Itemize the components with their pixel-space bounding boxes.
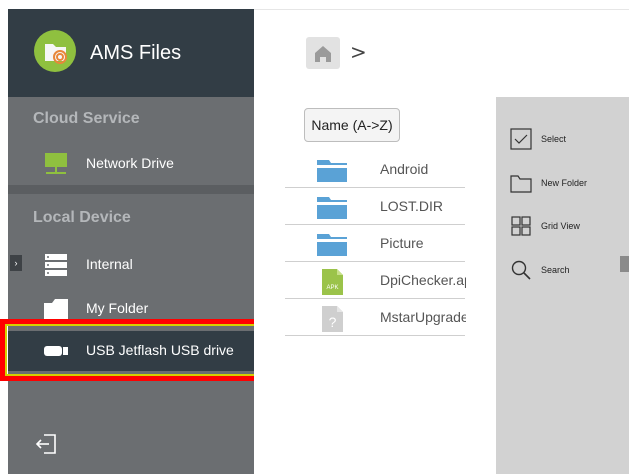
- app-header: AMS Files: [8, 9, 254, 97]
- file-row[interactable]: LOST.DIR: [285, 188, 465, 225]
- file-row[interactable]: ? MstarUpgrade: [285, 299, 466, 336]
- section-divider: [8, 185, 254, 194]
- folder-icon: [317, 195, 347, 219]
- file-row[interactable]: Android: [285, 151, 465, 188]
- storage-icon: [42, 254, 70, 276]
- unknown-badge: ?: [329, 314, 337, 330]
- home-button[interactable]: [306, 37, 340, 69]
- file-name: Android: [380, 161, 429, 177]
- checkbox-icon: [510, 128, 532, 150]
- network-drive-icon: [42, 153, 70, 175]
- new-folder-button[interactable]: New Folder: [510, 168, 620, 198]
- folder-icon: [317, 232, 347, 256]
- file-row[interactable]: Picture: [285, 225, 465, 262]
- logout-icon[interactable]: [34, 431, 60, 457]
- sidebar-item-label: My Folder: [86, 300, 149, 316]
- home-icon: [315, 46, 331, 62]
- action-label: Select: [541, 134, 567, 144]
- app-logo-icon: [34, 30, 76, 72]
- unknown-file-icon: ?: [317, 306, 347, 332]
- apk-file-icon: APK: [317, 269, 347, 295]
- file-name: Picture: [380, 235, 424, 251]
- sidebar-item-my-folder[interactable]: My Folder: [8, 289, 254, 329]
- grid-view-button[interactable]: Grid View: [510, 211, 620, 241]
- sort-button[interactable]: Name (A->Z): [304, 108, 400, 142]
- sidebar-item-usb-drive[interactable]: USB Jetflash USB drive: [8, 331, 254, 371]
- sidebar-item-label: USB Jetflash USB drive: [86, 342, 234, 358]
- action-label: Search: [541, 265, 570, 275]
- action-label: New Folder: [541, 178, 588, 188]
- search-button[interactable]: Search: [510, 255, 620, 285]
- action-panel: Select New Folder Grid View Search: [496, 97, 629, 474]
- action-label: Grid View: [541, 221, 580, 231]
- section-title-local: Local Device: [33, 209, 131, 226]
- sidebar-item-internal[interactable]: Internal: [8, 245, 254, 285]
- app-title: AMS Files: [90, 42, 182, 64]
- grid-view-icon: [510, 215, 532, 237]
- expand-arrow-icon[interactable]: ›: [10, 255, 22, 271]
- panel-collapse-handle[interactable]: [620, 256, 629, 272]
- new-folder-icon: [510, 172, 532, 194]
- select-button[interactable]: Select: [510, 124, 620, 154]
- breadcrumb-separator: >: [350, 40, 367, 64]
- file-name: LOST.DIR: [380, 198, 444, 214]
- file-name: MstarUpgrade: [380, 309, 466, 325]
- file-list-panel: Name (A->Z) Android LOST.DIR Picture APK…: [254, 97, 496, 474]
- toolbar: >: [254, 9, 629, 97]
- folder-icon: [317, 158, 347, 182]
- search-icon: [510, 259, 532, 281]
- sidebar: AMS Files Cloud Service Network Drive Lo…: [8, 9, 254, 474]
- file-row[interactable]: APK DpiChecker.apk: [285, 262, 466, 299]
- usb-icon: [42, 340, 70, 362]
- folder-icon: [42, 298, 70, 320]
- section-title-cloud: Cloud Service: [33, 110, 140, 127]
- sidebar-item-label: Network Drive: [86, 155, 174, 171]
- sidebar-item-network-drive[interactable]: Network Drive: [8, 144, 254, 184]
- file-name: DpiChecker.apk: [380, 272, 466, 288]
- sidebar-item-label: Internal: [86, 256, 133, 272]
- apk-badge: APK: [326, 285, 338, 291]
